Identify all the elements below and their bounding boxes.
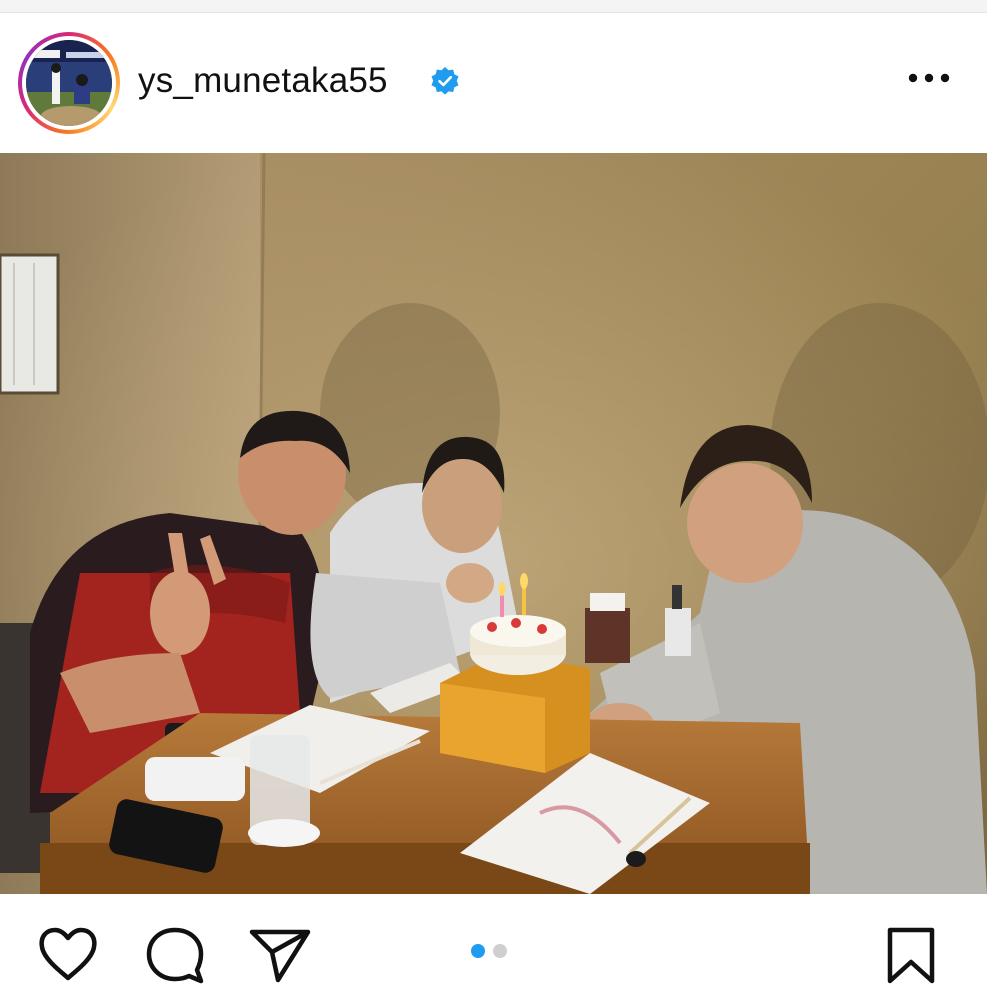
comment-icon[interactable]	[143, 926, 207, 984]
profile-avatar[interactable]	[18, 32, 120, 134]
top-divider	[0, 0, 987, 13]
heart-icon[interactable]	[36, 926, 100, 984]
post-header: ys_munetaka55	[0, 14, 987, 152]
more-options-icon[interactable]	[907, 69, 951, 87]
verified-badge-icon	[431, 67, 459, 95]
username-link[interactable]: ys_munetaka55	[138, 61, 388, 101]
carousel-dot-active	[471, 944, 485, 958]
carousel-dot	[493, 944, 507, 958]
post-photo[interactable]	[0, 153, 987, 894]
avatar-image	[26, 40, 112, 126]
bookmark-icon[interactable]	[880, 926, 942, 984]
send-icon[interactable]	[248, 926, 312, 984]
carousel-indicator	[471, 944, 521, 960]
